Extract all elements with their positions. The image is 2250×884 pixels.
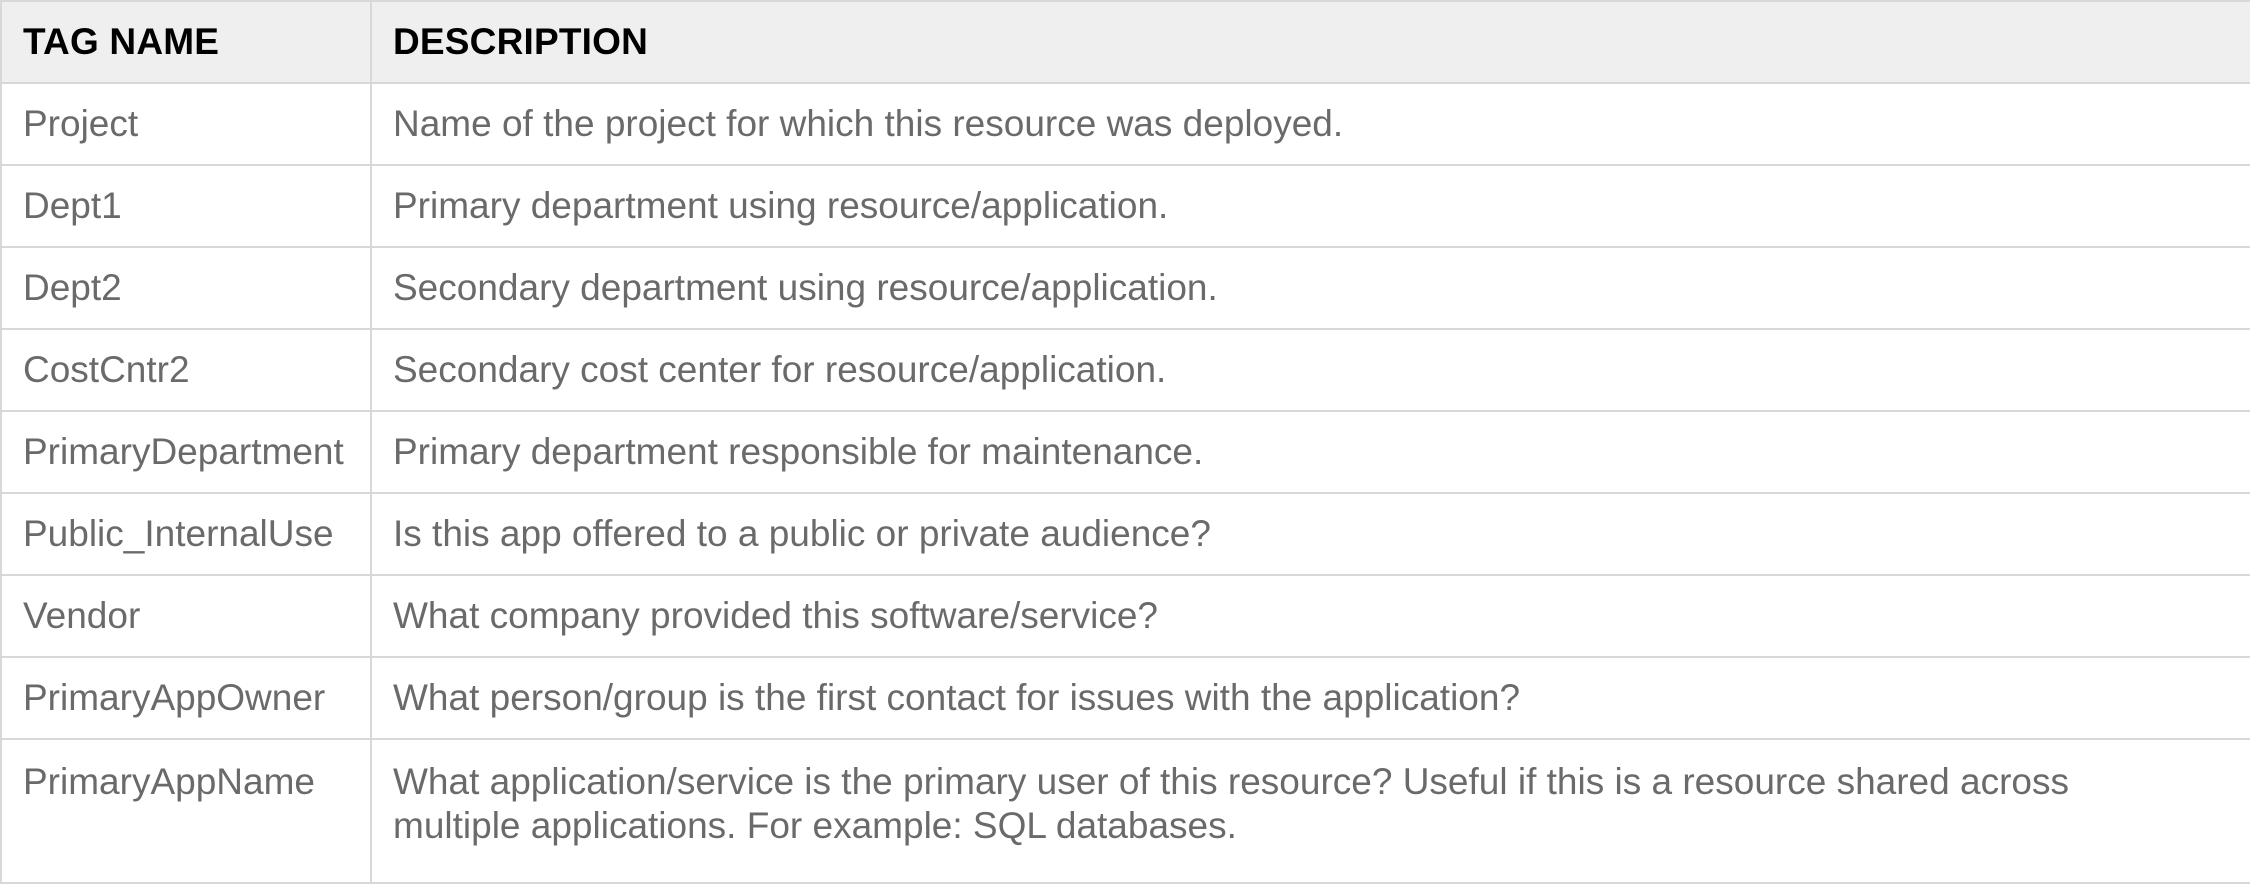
tag-name-cell: PrimaryAppName — [0, 738, 372, 884]
tag-name-column-header: TAG NAME — [0, 0, 372, 84]
table-row: PrimaryAppName What application/service … — [0, 738, 2250, 884]
table-row: PrimaryAppOwner What person/group is the… — [0, 656, 2250, 740]
table-row: Vendor What company provided this softwa… — [0, 574, 2250, 658]
description-column-header: DESCRIPTION — [370, 0, 2250, 84]
description-cell: Is this app offered to a public or priva… — [370, 492, 2250, 576]
table-row: Dept2 Secondary department using resourc… — [0, 246, 2250, 330]
tag-name-cell: Public_InternalUse — [0, 492, 372, 576]
tag-name-cell: Project — [0, 82, 372, 166]
tag-name-cell: Vendor — [0, 574, 372, 658]
table-row: CostCntr2 Secondary cost center for reso… — [0, 328, 2250, 412]
tag-name-cell: PrimaryDepartment — [0, 410, 372, 494]
tag-name-cell: Dept1 — [0, 164, 372, 248]
table-header: TAG NAME DESCRIPTION — [0, 0, 2250, 84]
tag-name-cell: Dept2 — [0, 246, 372, 330]
table-body: Project Name of the project for which th… — [0, 82, 2250, 884]
header-row: TAG NAME DESCRIPTION — [0, 0, 2250, 84]
tag-name-cell: CostCntr2 — [0, 328, 372, 412]
description-cell: Secondary department using resource/appl… — [370, 246, 2250, 330]
description-cell: Name of the project for which this resou… — [370, 82, 2250, 166]
tag-table: TAG NAME DESCRIPTION Project Name of the… — [0, 0, 2250, 884]
tag-name-cell: PrimaryAppOwner — [0, 656, 372, 740]
table-row: Public_InternalUse Is this app offered t… — [0, 492, 2250, 576]
description-cell: Primary department using resource/applic… — [370, 164, 2250, 248]
table-row: PrimaryDepartment Primary department res… — [0, 410, 2250, 494]
description-cell: What person/group is the first contact f… — [370, 656, 2250, 740]
description-cell: Primary department responsible for maint… — [370, 410, 2250, 494]
table-row: Project Name of the project for which th… — [0, 82, 2250, 166]
description-cell: What company provided this software/serv… — [370, 574, 2250, 658]
table-row: Dept1 Primary department using resource/… — [0, 164, 2250, 248]
description-cell: What application/service is the primary … — [370, 738, 2250, 884]
description-cell: Secondary cost center for resource/appli… — [370, 328, 2250, 412]
